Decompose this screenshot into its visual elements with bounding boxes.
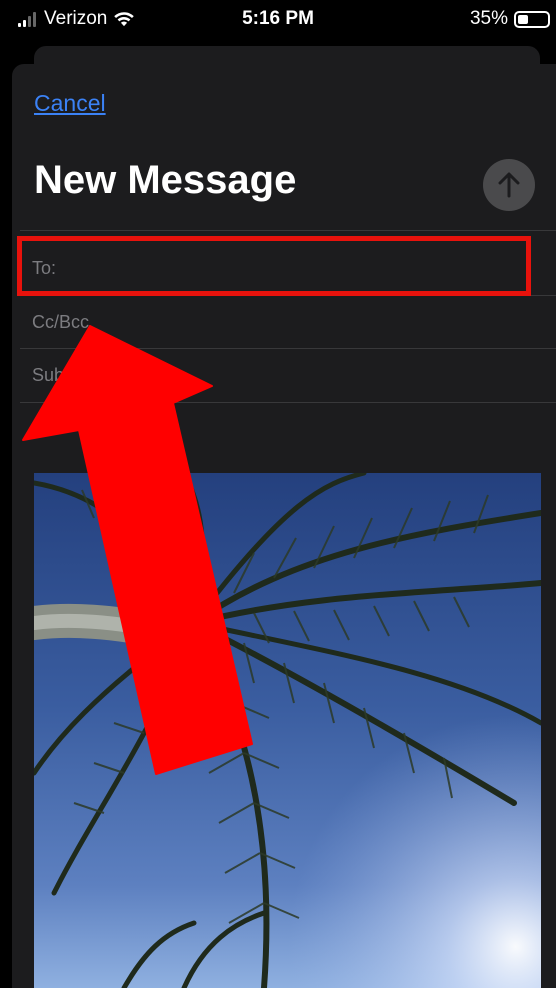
status-right: 35% — [470, 8, 550, 30]
battery-icon — [514, 10, 550, 28]
subject-label: Subject — [32, 364, 93, 385]
highlight-box — [17, 236, 531, 296]
status-bar: Verizon 5:16 PM 35% — [0, 0, 556, 38]
attached-photo[interactable] — [34, 473, 541, 988]
compose-sheet: Cancel New Message To: Cc/Bcc Subject — [12, 64, 556, 988]
divider — [20, 230, 556, 231]
phone-screen: Verizon 5:16 PM 35% Cancel New Message T… — [0, 0, 556, 988]
page-title: New Message — [34, 158, 297, 202]
battery-level-fill — [518, 14, 528, 24]
palm-tree-photo — [34, 473, 541, 988]
cc-bcc-field[interactable]: Cc/Bcc — [20, 295, 556, 349]
cc-bcc-label: Cc/Bcc — [32, 311, 90, 332]
subject-field[interactable]: Subject — [20, 348, 556, 402]
send-button[interactable] — [483, 159, 535, 211]
arrow-up-icon — [498, 172, 520, 198]
cancel-button[interactable]: Cancel — [34, 90, 106, 117]
divider — [20, 402, 556, 403]
battery-percent: 35% — [469, 8, 508, 29]
